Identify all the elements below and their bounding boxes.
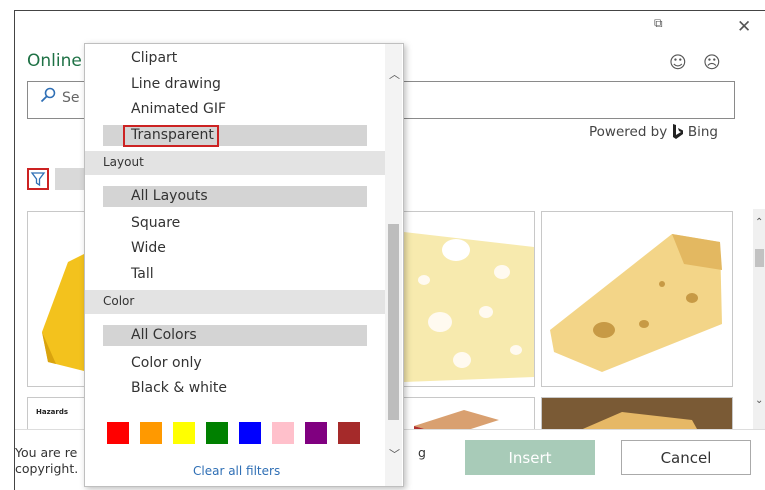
cheese-wedge-image xyxy=(550,234,722,372)
bing-logo-icon xyxy=(672,124,683,139)
layout-section-header: Layout xyxy=(85,151,385,175)
powered-by-label: Powered by xyxy=(589,124,668,140)
color-swatch[interactable] xyxy=(107,422,129,444)
insert-button[interactable]: Insert xyxy=(465,440,595,475)
scroll-up-icon[interactable]: ⌃ xyxy=(755,217,763,228)
copyright-notice-tail: g xyxy=(418,445,426,460)
search-icon xyxy=(40,87,56,103)
dialog-title: Online xyxy=(27,51,82,71)
swiss-cheese-image xyxy=(404,232,534,382)
filter-layout-square[interactable]: Square xyxy=(131,215,180,231)
filter-icon xyxy=(30,172,46,187)
color-swatch[interactable] xyxy=(239,422,261,444)
filter-layout-wide[interactable]: Wide xyxy=(131,240,166,256)
bing-label: Bing xyxy=(687,124,718,140)
menu-scroll-down-icon[interactable]: ﹀ xyxy=(389,446,400,462)
scrollbar-thumb[interactable] xyxy=(755,249,764,267)
menu-scrollbar[interactable]: ︿ ﹀ xyxy=(385,44,402,486)
search-placeholder: Se xyxy=(62,90,80,106)
filter-type-transparent[interactable]: Transparent xyxy=(131,127,214,143)
filter-dropdown: Clipart Line drawing Animated GIF Transp… xyxy=(84,43,404,487)
thumbnail-cheese-wedge[interactable] xyxy=(541,211,733,387)
color-swatch[interactable] xyxy=(272,422,294,444)
copyright-notice-line2: copyright. xyxy=(15,461,79,476)
color-swatch[interactable] xyxy=(173,422,195,444)
color-swatch[interactable] xyxy=(206,422,228,444)
cancel-button[interactable]: Cancel xyxy=(621,440,751,475)
menu-scrollbar-thumb[interactable] xyxy=(388,224,399,420)
frown-icon[interactable]: ☹ xyxy=(703,53,721,73)
filter-layout-all[interactable]: All Layouts xyxy=(131,188,208,204)
color-swatch[interactable] xyxy=(305,422,327,444)
copyright-notice-line1: You are re xyxy=(15,445,78,460)
layout-header: Layout xyxy=(103,155,144,169)
filter-type-line-drawing[interactable]: Line drawing xyxy=(131,76,221,92)
filter-color-only[interactable]: Color only xyxy=(131,355,202,371)
smile-icon[interactable]: ☺ xyxy=(669,53,687,73)
color-swatch[interactable] xyxy=(140,422,162,444)
filter-layout-tall[interactable]: Tall xyxy=(131,266,154,282)
restore-icon[interactable]: ⧉ xyxy=(654,16,663,31)
filter-color-all[interactable]: All Colors xyxy=(131,327,197,343)
filter-type-clipart[interactable]: Clipart xyxy=(131,50,177,66)
thumbnail-cheese-yellow[interactable] xyxy=(27,211,89,387)
clear-all-filters-link[interactable]: Clear all filters xyxy=(193,464,280,478)
filter-type-animated-gif[interactable]: Animated GIF xyxy=(131,101,226,117)
cheese-image xyxy=(42,252,88,372)
color-swatch[interactable] xyxy=(338,422,360,444)
menu-scroll-up-icon[interactable]: ︿ xyxy=(389,66,400,82)
results-scrollbar[interactable]: ⌃ ⌄ xyxy=(753,209,765,444)
hazards-label: Hazards xyxy=(36,408,69,416)
filter-color-black-white[interactable]: Black & white xyxy=(131,380,227,396)
close-icon[interactable]: ✕ xyxy=(737,17,751,37)
color-section-header: Color xyxy=(85,290,385,314)
scroll-down-icon[interactable]: ⌄ xyxy=(755,395,763,406)
powered-by: Powered by Bing xyxy=(589,124,718,140)
filter-button[interactable] xyxy=(27,168,49,190)
thumbnail-swiss-cheese[interactable] xyxy=(403,211,535,387)
color-header: Color xyxy=(103,294,135,308)
